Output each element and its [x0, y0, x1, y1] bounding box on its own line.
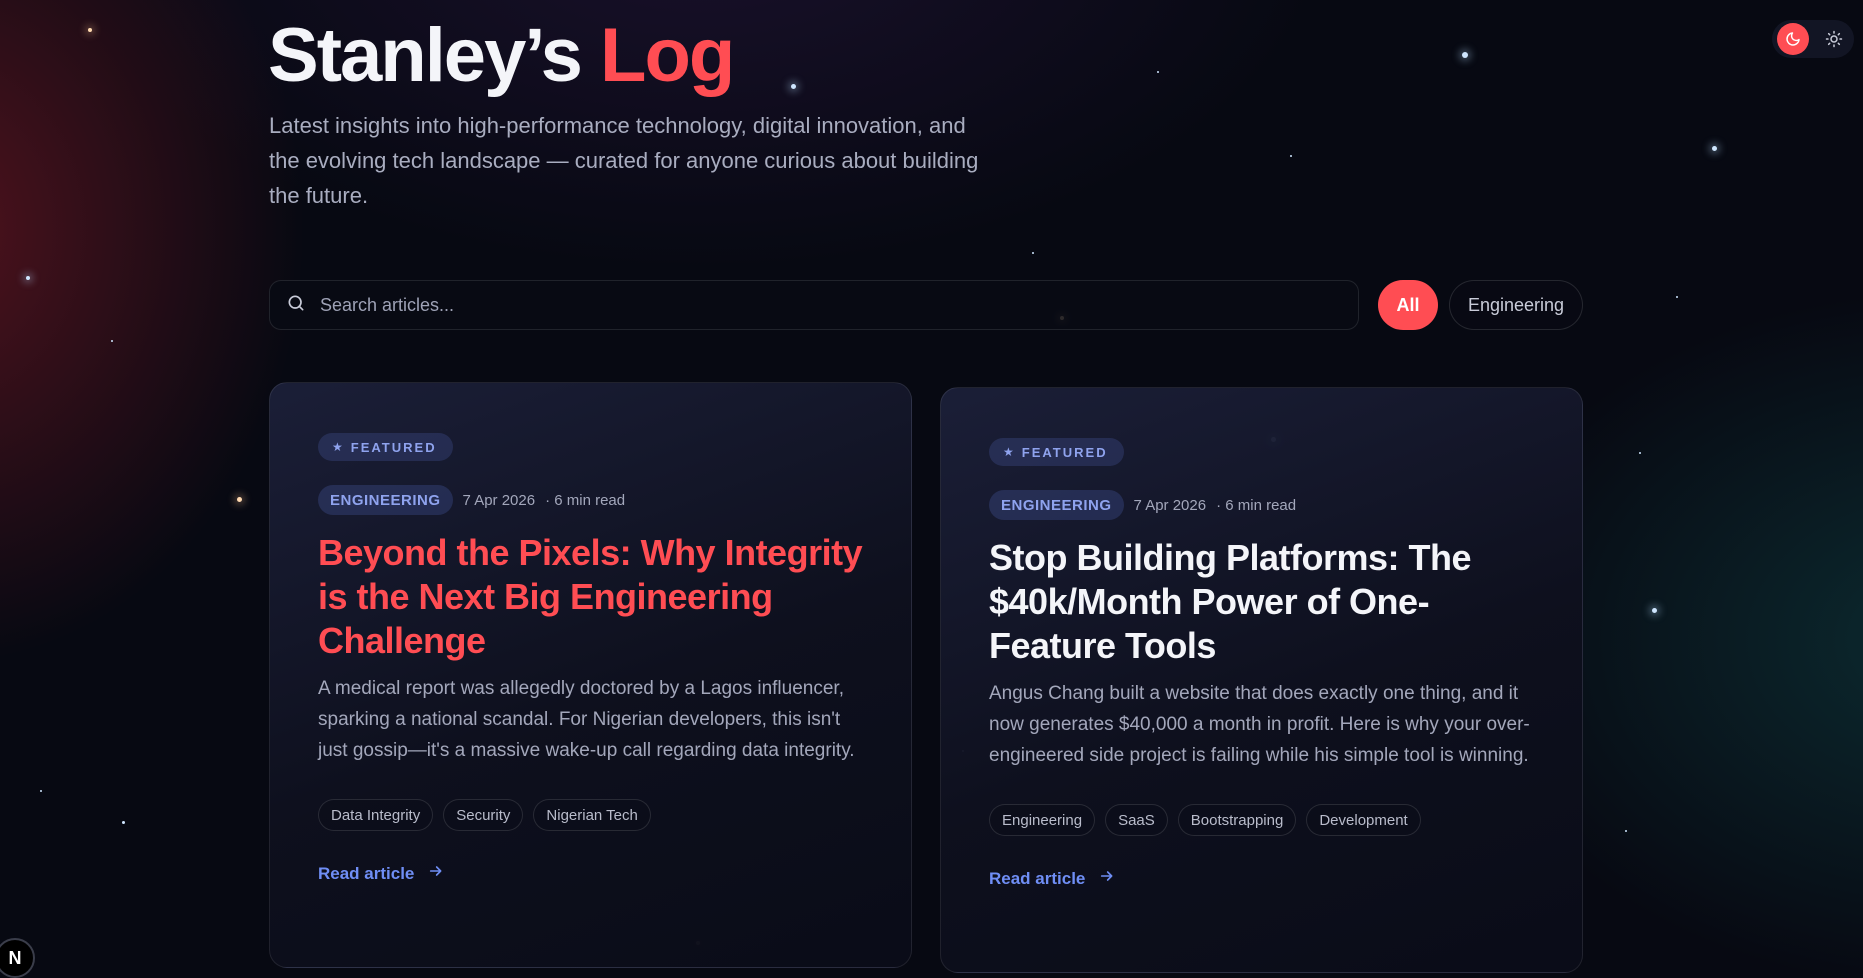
- read-article-label: Read article: [989, 868, 1086, 888]
- featured-label: FEATURED: [350, 439, 437, 455]
- site-description: Latest insights into high-performance te…: [269, 113, 979, 208]
- read-article-link[interactable]: Read article: [989, 868, 1115, 889]
- star-icon: ★: [332, 440, 343, 454]
- article-date: 7 Apr 2026: [1133, 496, 1207, 514]
- site-title-main: Stanley’s: [268, 13, 583, 98]
- article-card[interactable]: ★ FEATURED ENGINEERING 7 Apr 2026 · 6 min…: [940, 387, 1583, 973]
- category-badge[interactable]: ENGINEERING: [318, 485, 453, 515]
- tag[interactable]: Engineering: [989, 804, 1096, 836]
- tag[interactable]: Data Integrity: [318, 799, 434, 831]
- search-input[interactable]: [320, 294, 1358, 316]
- moon-icon[interactable]: [1777, 23, 1809, 55]
- category-badge[interactable]: ENGINEERING: [989, 490, 1124, 520]
- search-bar[interactable]: [269, 280, 1359, 330]
- dev-tools-badge[interactable]: N: [0, 938, 35, 978]
- star-icon: ★: [1003, 445, 1014, 459]
- tag-list: Engineering SaaS Bootstrapping Developme…: [989, 804, 1534, 836]
- featured-label: FEATURED: [1021, 444, 1108, 460]
- featured-badge: ★ FEATURED: [318, 433, 453, 461]
- arrow-right-icon: [1085, 868, 1115, 889]
- article-title[interactable]: Beyond the Pixels: Why Integrity is the …: [318, 531, 863, 663]
- read-article-label: Read article: [318, 863, 415, 883]
- read-time: · 6 min read: [545, 491, 626, 509]
- filter-all-button[interactable]: All: [1378, 280, 1438, 330]
- article-title[interactable]: Stop Building Platforms: The $40k/Month …: [989, 536, 1534, 668]
- article-excerpt: A medical report was allegedly doctored …: [318, 678, 855, 761]
- site-title-accent: Log: [600, 13, 735, 98]
- article-card[interactable]: ★ FEATURED ENGINEERING 7 Apr 2026 · 6 min…: [269, 382, 912, 968]
- theme-toggle[interactable]: [1772, 20, 1854, 58]
- article-date: 7 Apr 2026: [462, 491, 536, 509]
- article-meta: ENGINEERING 7 Apr 2026 · 6 min read: [318, 485, 863, 515]
- tag[interactable]: SaaS: [1105, 804, 1168, 836]
- article-excerpt: Angus Chang built a website that does ex…: [989, 683, 1530, 766]
- sun-icon[interactable]: [1821, 26, 1847, 52]
- tag[interactable]: Bootstrapping: [1177, 804, 1297, 836]
- featured-badge: ★ FEATURED: [989, 438, 1124, 466]
- tag[interactable]: Development: [1306, 804, 1421, 836]
- read-article-link[interactable]: Read article: [318, 863, 444, 884]
- site-title: Stanley’s Log: [268, 10, 735, 102]
- search-icon: [286, 293, 306, 318]
- tag[interactable]: Security: [443, 799, 524, 831]
- article-meta: ENGINEERING 7 Apr 2026 · 6 min read: [989, 490, 1534, 520]
- read-time: · 6 min read: [1216, 496, 1297, 514]
- arrow-right-icon: [414, 863, 444, 884]
- tag-list: Data Integrity Security Nigerian Tech: [318, 799, 863, 831]
- filter-engineering-button[interactable]: Engineering: [1449, 280, 1583, 330]
- tag[interactable]: Nigerian Tech: [533, 799, 651, 831]
